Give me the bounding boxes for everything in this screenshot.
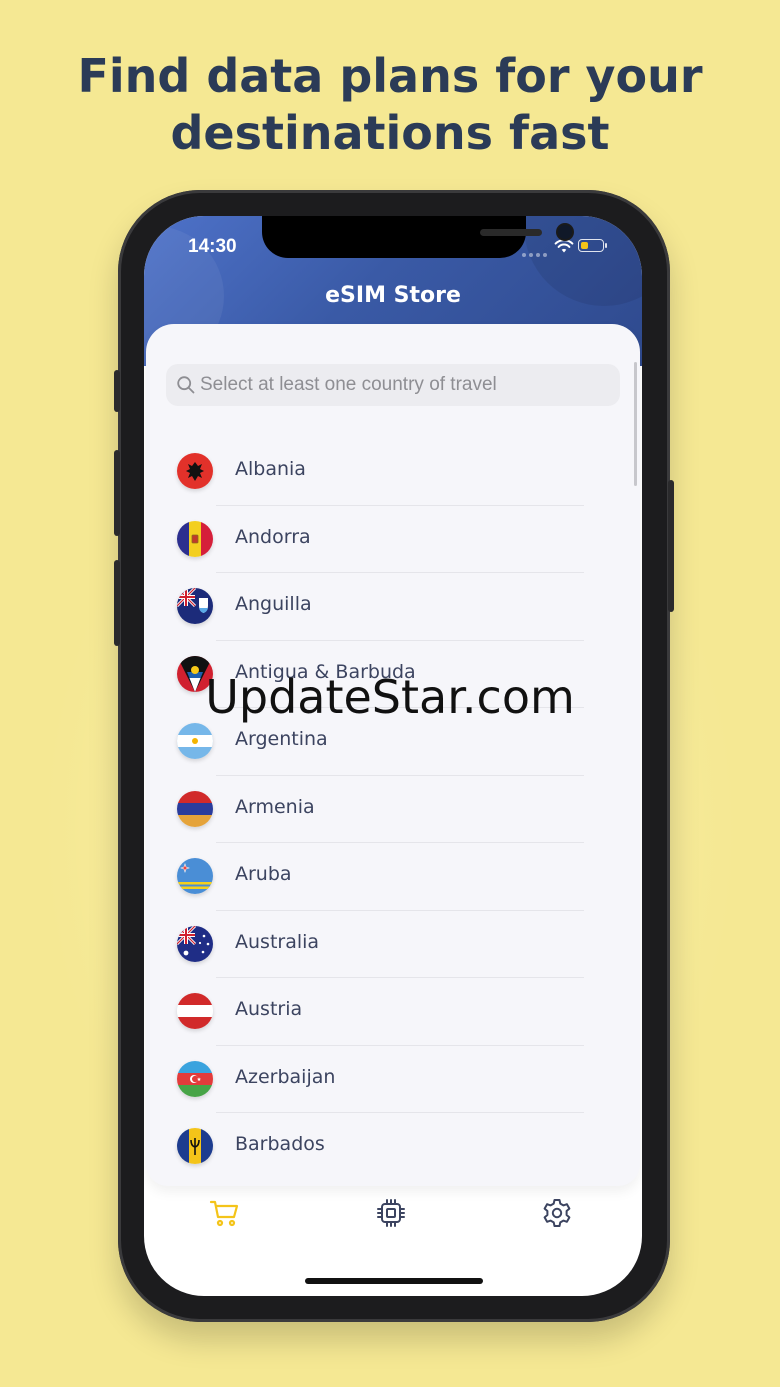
phone-volume-up [114,450,120,536]
phone-notch [262,216,572,258]
watermark-text: UpdateStar.com [205,670,575,724]
signal-icon [522,244,550,262]
tab-my-esims[interactable] [374,1196,414,1236]
chip-icon [377,1199,405,1227]
country-name: Andorra [235,525,311,548]
cart-icon [209,1200,239,1227]
country-name: Barbados [235,1133,325,1155]
home-indicator[interactable] [305,1278,483,1284]
tab-bar [144,1196,642,1256]
country-row-andorra[interactable]: Andorra [146,506,640,573]
armenia-flag-icon [177,790,213,827]
headline-line-2: destinations fast [170,106,610,160]
country-name: Armenia [235,795,315,818]
country-row-anguilla[interactable]: Anguilla [146,573,640,641]
front-camera [558,225,572,239]
gear-icon [543,1199,571,1227]
country-list: Albania Andorra Anguilla Antigua & Barbu… [146,438,640,1181]
phone-mute-switch [114,370,120,412]
country-row-barbados[interactable]: Barbados [146,1113,640,1181]
country-name: Austria [235,998,303,1020]
country-row-austria[interactable]: Austria [146,978,640,1046]
austria-flag-icon [177,993,213,1029]
country-name: Argentina [235,728,328,750]
country-list-panel[interactable]: Albania Andorra [146,324,640,1186]
earpiece-speaker [480,229,542,236]
aruba-flag-icon [177,858,213,894]
argentina-flag-icon [177,723,213,759]
status-icons [522,237,612,257]
andorra-flag-icon [177,520,213,557]
barbados-flag-icon [177,1128,213,1164]
azerbaijan-flag-icon [177,1060,213,1097]
search-bar[interactable] [166,364,620,406]
country-row-albania[interactable]: Albania [146,438,640,506]
status-time: 14:30 [188,236,237,257]
list-scrollbar[interactable] [634,362,637,486]
country-row-aruba[interactable]: Aruba [146,843,640,911]
country-name: Anguilla [235,593,312,615]
country-search-input[interactable] [200,364,610,406]
country-name: Azerbaijan [235,1065,336,1088]
country-name: Aruba [235,863,292,885]
phone-volume-down [114,560,120,646]
country-row-australia[interactable]: Australia [146,911,640,978]
page-title: eSIM Store [325,283,461,308]
promo-headline: Find data plans for your destinations fa… [0,48,780,162]
battery-icon [578,239,607,252]
country-name: Albania [235,458,306,480]
albania-flag-icon [177,453,213,489]
tab-settings[interactable] [540,1196,580,1236]
tab-store[interactable] [208,1196,248,1236]
country-name: Australia [235,930,320,953]
anguilla-flag-icon [177,588,213,624]
battery-level [580,241,588,249]
phone-screen: 14:30 eSIM Store Select at least one cou… [144,216,642,1296]
australia-flag-icon [177,925,213,962]
country-row-azerbaijan[interactable]: Azerbaijan [146,1046,640,1113]
wifi-icon [554,239,574,253]
headline-line-1: Find data plans for your [77,49,703,103]
search-icon [177,376,195,394]
phone-power-button [668,480,674,612]
country-row-armenia[interactable]: Armenia [146,776,640,843]
